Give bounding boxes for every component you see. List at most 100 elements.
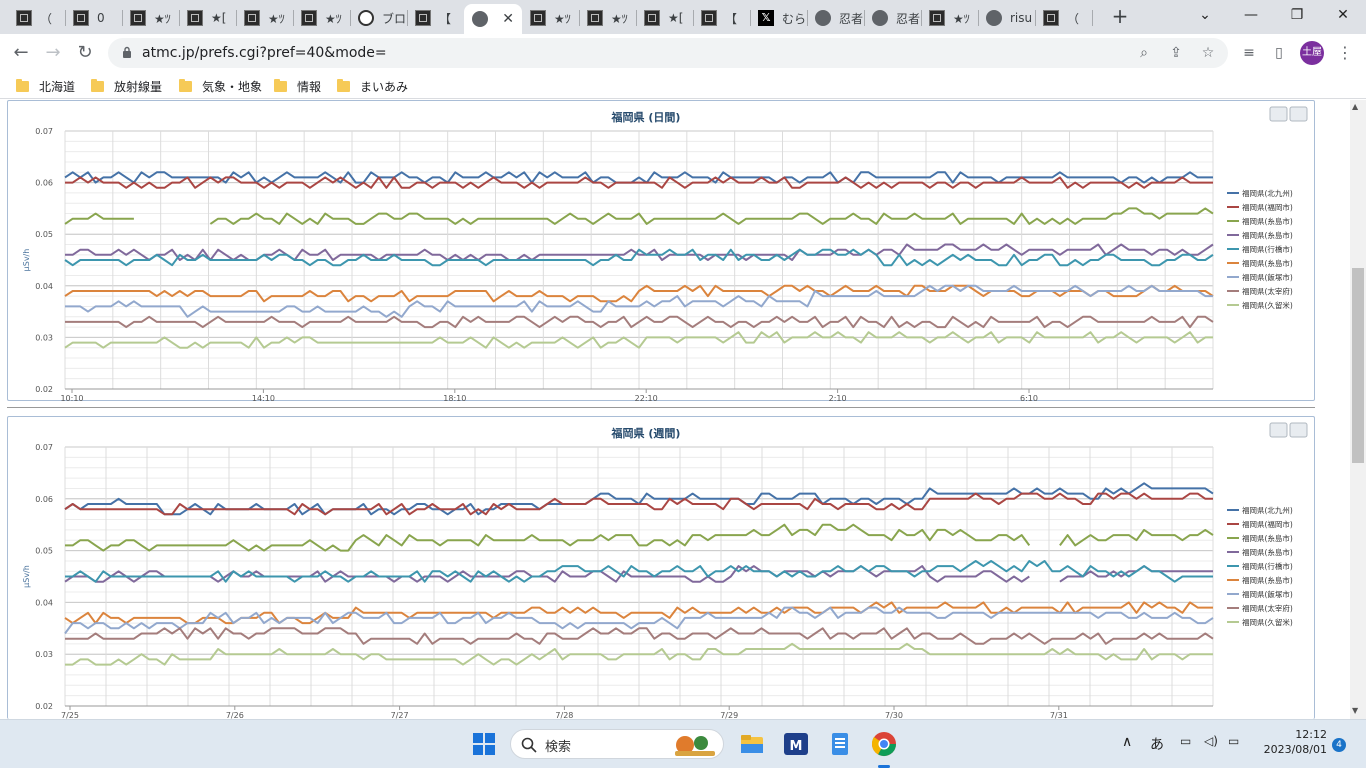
share-icon[interactable]: ⇪: [1166, 43, 1186, 63]
reload-button[interactable]: ↻: [70, 38, 100, 68]
site-favicon-icon: [130, 10, 146, 26]
browser-tab[interactable]: ★[: [636, 4, 693, 32]
browser-tab[interactable]: ★ﾂ: [122, 4, 179, 32]
browser-tab[interactable]: 忍者: [864, 4, 921, 32]
bookmark-label: 情報: [297, 79, 322, 94]
tab-separator: [1092, 10, 1093, 26]
legend-item: 福岡県(福岡市): [1242, 519, 1293, 529]
svg-text:M: M: [790, 739, 803, 754]
bookmark-folder-hokkaido[interactable]: 北海道: [16, 77, 75, 95]
taskbar-search[interactable]: 検索: [510, 729, 724, 759]
url-text[interactable]: atmc.jp/prefs.cgi?pref=40&mode=: [142, 45, 387, 61]
print-icon: [1269, 422, 1288, 438]
y-tick-label: 0.03: [35, 650, 53, 659]
bookmark-folder-maiami[interactable]: まいあみ: [337, 77, 408, 95]
clock-time: 12:12: [1295, 728, 1327, 741]
zoom-icon[interactable]: ⌕: [1134, 43, 1154, 63]
x-tick-label: 7/29: [720, 711, 738, 719]
tab-title: 0: [97, 11, 105, 25]
windows-start-icon[interactable]: [470, 730, 498, 758]
browser-tab[interactable]: ★ﾂ: [579, 4, 636, 32]
browser-tab[interactable]: 𝕏 むら: [750, 4, 807, 32]
divider: [7, 407, 1315, 408]
tab-strip: （ 0 ★ﾂ ★[★ﾂ ★ﾂ ブロ 【 ✕ ★ﾂ ★ﾂ ★[【 𝕏 むら 忍者 忍者 ★ﾂ risu （ + ⌄…: [0, 0, 1366, 34]
site-favicon-icon: [358, 10, 374, 26]
chrome-icon[interactable]: [870, 730, 898, 758]
bookmark-folder-radiation[interactable]: 放射線量: [91, 77, 162, 95]
globe-icon: [872, 10, 888, 26]
volume-icon[interactable]: ◁): [1204, 734, 1218, 748]
tab-title: （: [40, 11, 53, 26]
tab-close-icon[interactable]: ✕: [502, 11, 514, 27]
minimize-button[interactable]: —: [1228, 4, 1274, 26]
new-tab-button[interactable]: +: [1108, 4, 1132, 30]
browser-tab[interactable]: 0: [65, 4, 122, 32]
tab-title: ★ﾂ: [268, 11, 285, 26]
lock-icon[interactable]: [122, 46, 132, 58]
app-icon-m[interactable]: M: [782, 730, 810, 758]
network-icon[interactable]: ▭: [1180, 734, 1191, 748]
restore-button[interactable]: ❐: [1274, 4, 1320, 26]
tray-chevron-up-icon[interactable]: ∧: [1122, 734, 1132, 750]
browser-tab[interactable]: （: [1035, 4, 1092, 32]
daily-chart: 福岡県 (日間) 0.02 0.03 0.04 0.05 0.06 0.07 μSv/h 10:…: [22, 106, 1308, 403]
clock[interactable]: 12:12 2023/08/01: [1255, 727, 1327, 757]
scroll-down-arrow-icon[interactable]: ▼: [1352, 706, 1358, 715]
close-window-button[interactable]: ✕: [1320, 4, 1366, 26]
browser-tab[interactable]: 【: [693, 4, 750, 32]
legend-item: 福岡県(行橋市): [1242, 244, 1293, 254]
site-favicon-icon: [244, 10, 260, 26]
site-favicon-icon: [73, 10, 89, 26]
scrollbar-thumb[interactable]: [1352, 268, 1364, 463]
tab-title: risu: [1010, 11, 1033, 25]
site-favicon-icon: [701, 10, 717, 26]
browser-tab[interactable]: （: [8, 4, 65, 32]
folder-icon: [274, 78, 287, 92]
download-icon: [1289, 106, 1308, 122]
tab-search-chevron-icon[interactable]: ⌄: [1182, 4, 1228, 26]
bookmark-label: まいあみ: [360, 79, 409, 94]
browser-tab[interactable]: ★ﾂ: [921, 4, 978, 32]
x-tick-label: 7/25: [61, 711, 79, 719]
tab-title: ★ﾂ: [325, 11, 342, 26]
browser-tab[interactable]: ★ﾂ: [522, 4, 579, 32]
browser-tab[interactable]: 【: [407, 4, 464, 32]
side-panel-icon[interactable]: ▯: [1264, 38, 1294, 68]
ime-indicator[interactable]: あ: [1150, 734, 1164, 754]
back-button[interactable]: ←: [6, 38, 36, 68]
notepad-icon[interactable]: [826, 730, 854, 758]
y-tick-label: 0.07: [35, 443, 53, 452]
browser-tab[interactable]: ✕: [464, 4, 522, 34]
y-tick-label: 0.02: [35, 385, 53, 394]
x-tick-label: 14:10: [252, 394, 275, 402]
notification-badge[interactable]: 4: [1332, 738, 1346, 752]
tab-title: むら: [782, 11, 807, 26]
legend-item: 福岡県(糸島市): [1242, 533, 1293, 543]
bookmarks-bar: 北海道 放射線量 気象・地象 情報 まいあみ: [0, 72, 1366, 99]
address-bar[interactable]: atmc.jp/prefs.cgi?pref=40&mode= ⌕ ⇪ ☆: [108, 38, 1228, 68]
folder-icon: [337, 78, 350, 92]
site-favicon-icon: [415, 10, 431, 26]
bookmark-star-icon[interactable]: ☆: [1198, 43, 1218, 63]
browser-tab[interactable]: ★ﾂ: [236, 4, 293, 32]
media-control-icon[interactable]: ≡: [1234, 38, 1264, 68]
browser-tab[interactable]: ★[: [179, 4, 236, 32]
browser-tab[interactable]: risu: [978, 4, 1035, 32]
browser-tab[interactable]: ブロ: [350, 4, 407, 32]
menu-kebab-icon[interactable]: ⋮: [1330, 38, 1360, 68]
browser-tab[interactable]: 忍者: [807, 4, 864, 32]
bookmark-folder-info[interactable]: 情報: [274, 77, 321, 95]
legend-item: 福岡県(福岡市): [1242, 202, 1293, 212]
y-tick-label: 0.07: [35, 127, 53, 136]
bookmark-folder-weather[interactable]: 気象・地象: [179, 77, 262, 95]
file-explorer-icon[interactable]: [738, 730, 766, 758]
x-tick-label: 10:10: [60, 394, 83, 402]
site-favicon-icon: [587, 10, 603, 26]
battery-icon[interactable]: ▭: [1228, 734, 1239, 748]
forward-button[interactable]: →: [38, 38, 68, 68]
browser-tab[interactable]: ★ﾂ: [293, 4, 350, 32]
tab-title: ★[: [211, 11, 227, 25]
profile-avatar[interactable]: 土屋: [1300, 41, 1324, 65]
scroll-up-arrow-icon[interactable]: ▲: [1352, 102, 1358, 111]
legend-item: 福岡県(久留米): [1242, 300, 1293, 310]
